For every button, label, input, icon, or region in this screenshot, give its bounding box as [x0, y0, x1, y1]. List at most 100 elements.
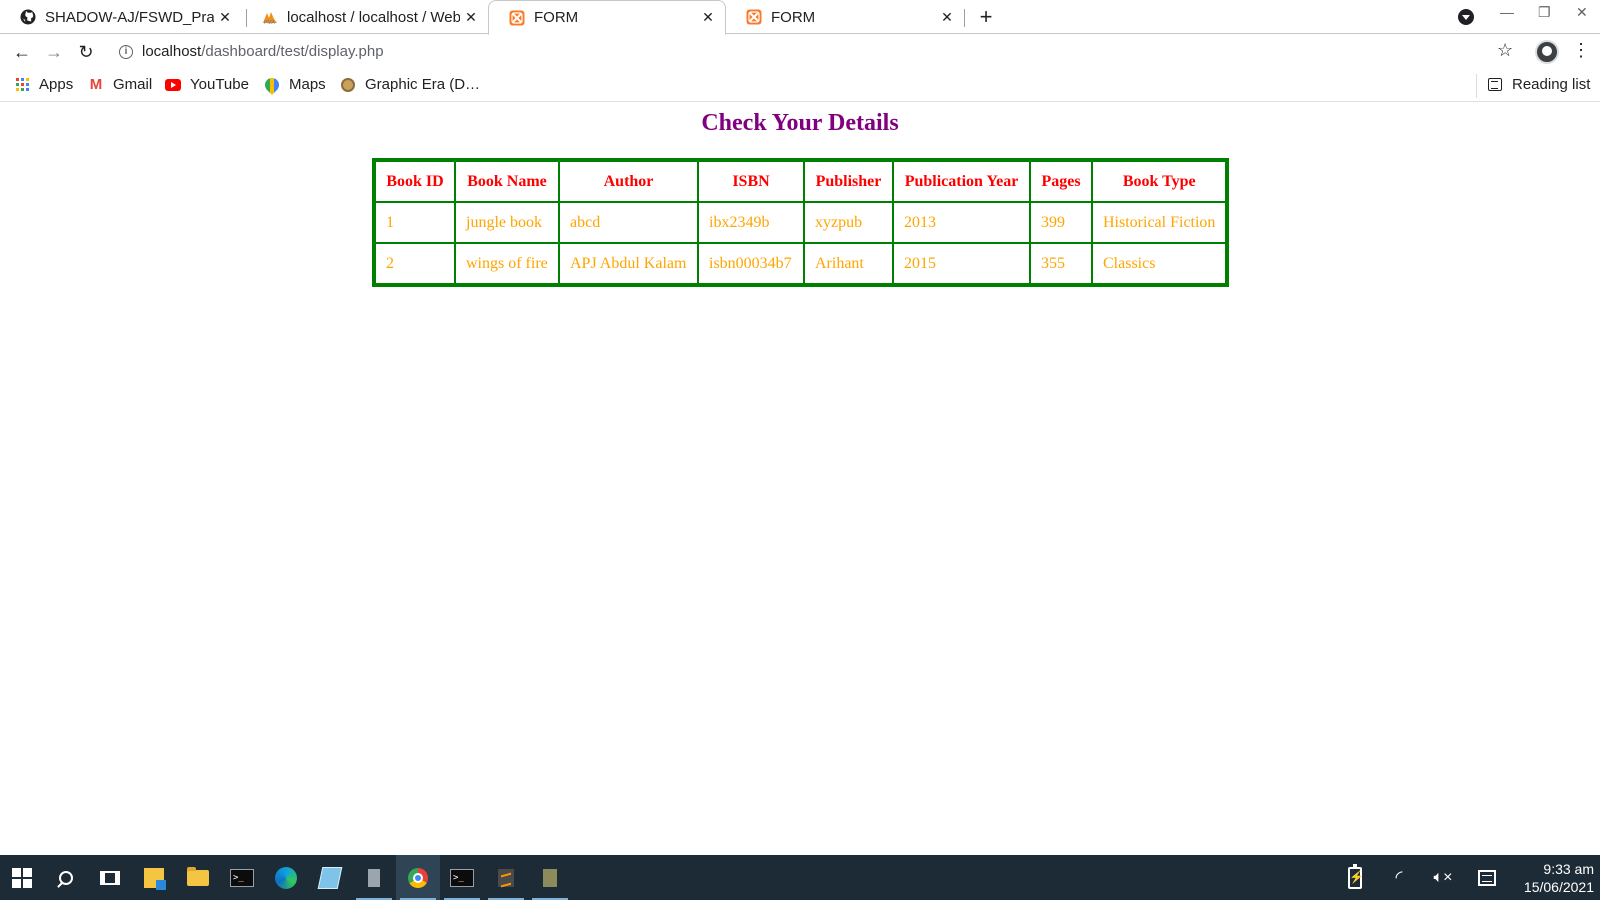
- page-content: Check Your Details Book ID Book Name Aut…: [0, 102, 1600, 855]
- tab-title: FORM: [534, 9, 579, 26]
- folder-icon: [187, 866, 209, 886]
- phpmyadmin-icon: PMA: [262, 9, 278, 25]
- cell-isbn: isbn00034b7: [698, 243, 804, 284]
- chrome-icon: [408, 867, 428, 888]
- cell-isbn: ibx2349b: [698, 202, 804, 243]
- volume-status[interactable]: 🔈︎×: [1428, 855, 1458, 900]
- header-publisher: Publisher: [804, 161, 893, 202]
- xampp-icon: [509, 10, 525, 26]
- taskbar-file-explorer[interactable]: [176, 855, 220, 900]
- xampp-icon: [746, 9, 762, 25]
- reading-list-label: Reading list: [1512, 76, 1591, 93]
- bookmark-apps[interactable]: Apps: [14, 76, 73, 93]
- task-view-button[interactable]: [88, 855, 132, 900]
- kebab-menu-icon[interactable]: ⋮: [1572, 40, 1590, 61]
- cell-book-name: jungle book: [455, 202, 559, 243]
- url-host: localhost: [142, 43, 202, 60]
- tab-search-icon[interactable]: [1458, 9, 1474, 25]
- cell-publisher: Arihant: [804, 243, 893, 284]
- forward-icon[interactable]: →: [42, 40, 66, 64]
- cell-book-type: Historical Fiction: [1092, 202, 1227, 243]
- bookmarks-bar: Apps M Gmail YouTube Maps Graphic Era (D…: [0, 70, 1600, 102]
- command-prompt-icon: >_: [450, 868, 474, 887]
- search-icon: [59, 870, 73, 885]
- action-center[interactable]: [1472, 855, 1502, 900]
- close-icon[interactable]: ✕: [697, 9, 719, 26]
- tab-phpmyadmin[interactable]: PMA localhost / localhost / WebP ✕: [242, 0, 488, 34]
- tab-form-active[interactable]: FORM ✕: [488, 0, 726, 35]
- tab-title: FORM: [771, 8, 816, 26]
- windows-taskbar: >_ >_ ◜ 🔈︎× 9:33 am 15/06/2021: [0, 855, 1600, 900]
- tab-github[interactable]: SHADOW-AJ/FSWD_Prac ✕: [0, 0, 242, 34]
- taskbar-sublime[interactable]: [484, 855, 528, 900]
- notepad-icon: [543, 868, 557, 887]
- header-book-id: Book ID: [375, 161, 455, 202]
- back-icon[interactable]: ←: [10, 40, 34, 64]
- bookmark-label: YouTube: [190, 76, 249, 93]
- bookmark-label: Gmail: [113, 76, 153, 93]
- minimize-icon[interactable]: —: [1500, 4, 1514, 20]
- notification-icon: [1478, 869, 1496, 886]
- browser-toolbar: ← → ↻ i localhost/dashboard/test/display…: [0, 34, 1600, 70]
- graphic-era-icon: [340, 77, 356, 93]
- edge-icon: [275, 866, 297, 889]
- taskbar-command-prompt[interactable]: >_: [440, 855, 484, 900]
- address-bar[interactable]: localhost/dashboard/test/display.php: [142, 43, 384, 60]
- cell-author: APJ Abdul Kalam: [559, 243, 698, 284]
- windows-logo-icon: [12, 867, 32, 888]
- bookmark-gmail[interactable]: M Gmail: [88, 76, 152, 93]
- tab-title: SHADOW-AJ/FSWD_Prac: [45, 8, 214, 26]
- header-book-type: Book Type: [1092, 161, 1227, 202]
- battery-status[interactable]: [1340, 855, 1370, 900]
- table-row: 1 jungle book abcd ibx2349b xyzpub 2013 …: [375, 202, 1227, 243]
- taskbar-terminal[interactable]: >_: [220, 855, 264, 900]
- terminal-icon: >_: [230, 868, 254, 887]
- clock-time: 9:33 am: [1543, 861, 1594, 877]
- new-tab-button[interactable]: +: [973, 4, 999, 30]
- url-path: /dashboard/test/display.php: [201, 43, 384, 60]
- system-clock[interactable]: 9:33 am 15/06/2021: [1510, 860, 1594, 896]
- taskbar-notepad[interactable]: [528, 855, 572, 900]
- bookmark-youtube[interactable]: YouTube: [165, 76, 249, 93]
- tab-separator: [964, 9, 965, 27]
- bookmark-star-icon[interactable]: ☆: [1497, 40, 1513, 61]
- book-details-table: Book ID Book Name Author ISBN Publisher …: [372, 158, 1230, 287]
- taskbar-edge[interactable]: [264, 855, 308, 900]
- svg-text:PMA: PMA: [264, 20, 276, 25]
- bookmark-maps[interactable]: Maps: [262, 74, 326, 95]
- header-author: Author: [559, 161, 698, 202]
- taskbar-files[interactable]: [132, 855, 176, 900]
- table-row: 2 wings of fire APJ Abdul Kalam isbn0003…: [375, 243, 1227, 284]
- bookmark-label: Graphic Era (D…: [365, 76, 481, 93]
- reading-list-icon: [1487, 77, 1503, 93]
- clock-date: 15/06/2021: [1523, 879, 1594, 895]
- cell-book-id: 1: [375, 202, 455, 243]
- cell-book-id: 2: [375, 243, 455, 284]
- start-button[interactable]: [0, 855, 44, 900]
- profile-avatar[interactable]: [1535, 40, 1559, 64]
- cell-publisher: xyzpub: [804, 202, 893, 243]
- taskbar-app[interactable]: [352, 855, 396, 900]
- wifi-icon: ◜: [1395, 867, 1403, 887]
- tab-form[interactable]: FORM ✕: [726, 0, 964, 34]
- cell-book-name: wings of fire: [455, 243, 559, 284]
- close-icon[interactable]: ✕: [936, 9, 958, 26]
- page-title: Check Your Details: [701, 110, 899, 136]
- network-status[interactable]: ◜: [1384, 855, 1414, 900]
- site-info-icon[interactable]: i: [119, 45, 133, 59]
- restore-icon[interactable]: ❐: [1538, 4, 1551, 21]
- reload-icon[interactable]: ↻: [74, 40, 98, 64]
- bookmarks-divider: [1476, 74, 1477, 98]
- close-icon[interactable]: ✕: [460, 9, 482, 26]
- taskbar-chrome[interactable]: [396, 855, 440, 900]
- close-icon[interactable]: ✕: [214, 9, 236, 26]
- table-header-row: Book ID Book Name Author ISBN Publisher …: [375, 161, 1227, 202]
- bookmark-graphic-era[interactable]: Graphic Era (D…: [340, 76, 480, 93]
- taskbar-notes[interactable]: [308, 855, 352, 900]
- reading-list-button[interactable]: Reading list: [1487, 76, 1590, 93]
- tab-title: localhost / localhost / WebP: [287, 8, 460, 26]
- header-publication-year: Publication Year: [893, 161, 1030, 202]
- tab-strip: SHADOW-AJ/FSWD_Prac ✕ PMA localhost / lo…: [0, 0, 1600, 35]
- search-button[interactable]: [44, 855, 88, 900]
- close-window-icon[interactable]: ✕: [1576, 4, 1588, 21]
